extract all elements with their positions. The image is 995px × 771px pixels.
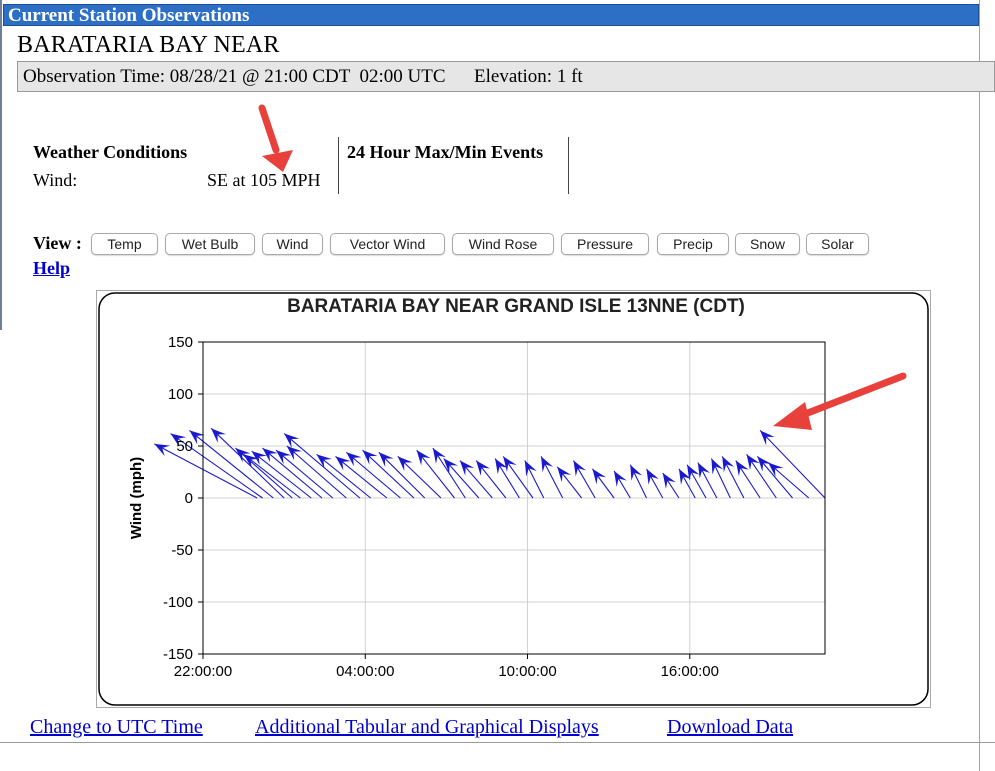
view-button-vector-wind[interactable]: Vector Wind [330,233,445,255]
view-button-precip[interactable]: Precip [657,233,729,255]
view-button-temp[interactable]: Temp [91,233,158,255]
wind-value: SE at 105 MPH [207,170,321,190]
view-button-pressure[interactable]: Pressure [561,233,649,255]
y-tick-label: 50 [176,438,193,455]
wind-label: Wind: [33,170,78,190]
window-right-edge [979,0,980,771]
download-data-link[interactable]: Download Data [667,716,793,739]
chart-svg: BARATARIA BAY NEAR GRAND ISLE 13NNE (CDT… [96,290,931,708]
column-divider [568,137,569,194]
y-tick-label: 150 [168,334,193,351]
view-button-wind-rose[interactable]: Wind Rose [452,233,554,255]
view-button-snow[interactable]: Snow [735,233,800,255]
window-title: Current Station Observations [3,4,979,26]
help-link[interactable]: Help [33,258,70,279]
x-tick-label: 04:00:00 [336,663,394,680]
additional-displays-link[interactable]: Additional Tabular and Graphical Display… [255,716,599,739]
events-title: 24 Hour Max/Min Events [347,142,544,162]
column-divider [338,137,339,194]
station-name: BARATARIA BAY NEAR [17,32,280,58]
wind-vector-chart: BARATARIA BAY NEAR GRAND ISLE 13NNE (CDT… [96,290,931,708]
chart-y-axis-label: Wind (mph) [128,457,145,539]
y-tick-label: 0 [185,490,193,507]
view-button-solar[interactable]: Solar [806,233,869,255]
x-tick-label: 22:00:00 [174,663,232,680]
y-tick-label: -100 [163,594,193,611]
y-tick-label: 100 [168,386,193,403]
annotation-arrow-wind [258,104,293,172]
utc-time-link[interactable]: Change to UTC Time [30,716,203,739]
weather-conditions-title: Weather Conditions [33,142,188,162]
x-tick-label: 16:00:00 [661,663,719,680]
window-left-edge [0,0,2,330]
view-label: View : [33,233,82,253]
y-tick-label: -150 [163,646,193,663]
bottom-divider [0,742,995,743]
y-tick-label: -50 [171,542,193,559]
x-tick-label: 10:00:00 [498,663,556,680]
view-button-wet-bulb[interactable]: Wet Bulb [165,233,255,255]
view-button-wind[interactable]: Wind [262,233,323,255]
observation-bar: Observation Time: 08/28/21 @ 21:00 CDT 0… [17,61,995,92]
chart-border [98,292,929,706]
chart-title: BARATARIA BAY NEAR GRAND ISLE 13NNE (CDT… [287,296,745,317]
